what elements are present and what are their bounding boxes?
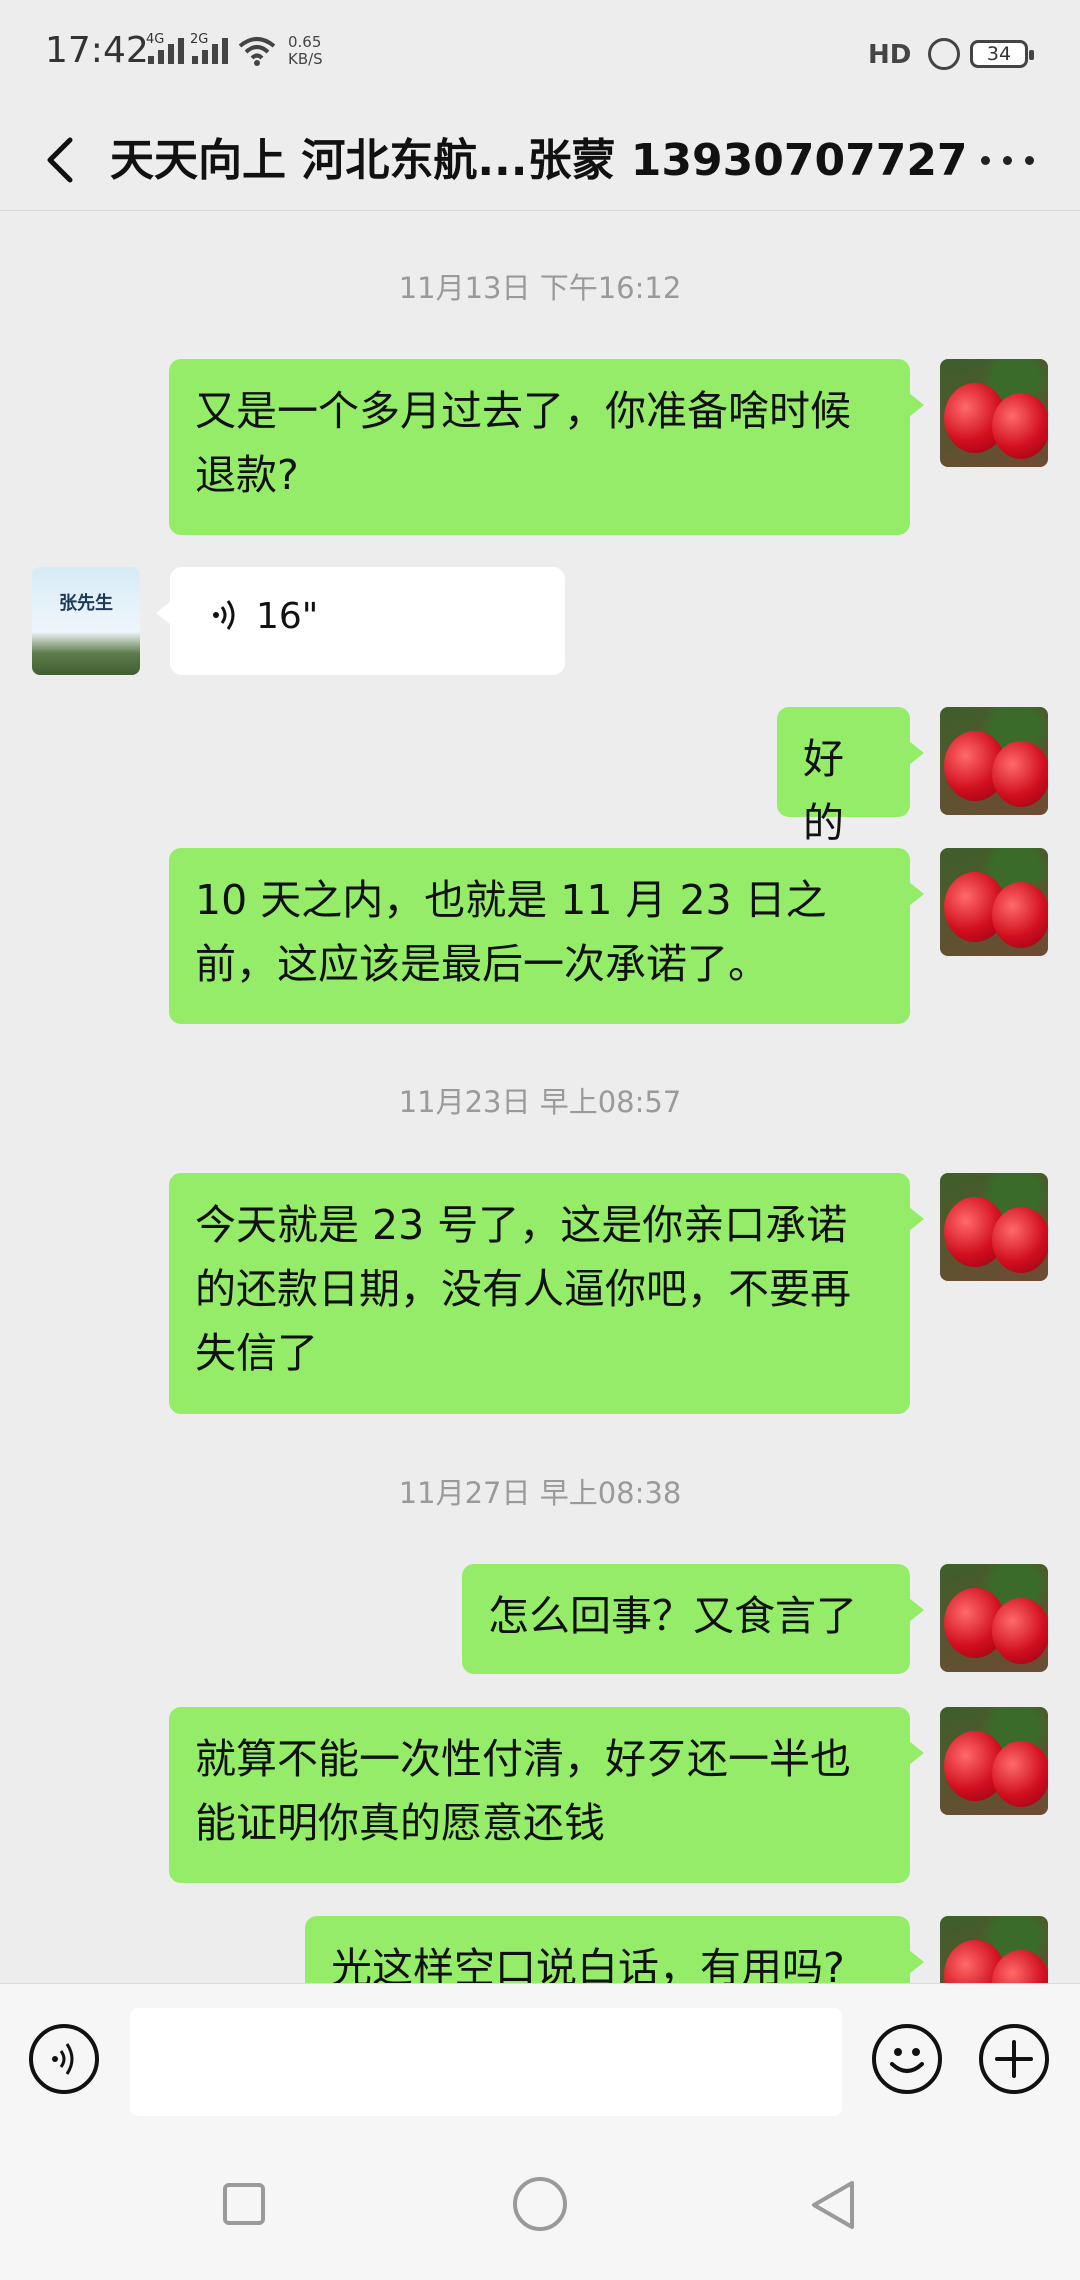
message-bubble[interactable]: 就算不能一次性付清，好歹还一半也能证明你真的愿意还钱: [169, 1707, 924, 1883]
message-text: 就算不能一次性付清，好歹还一半也能证明你真的愿意还钱: [195, 1735, 851, 1847]
message-input[interactable]: [130, 2008, 842, 2116]
message-text: 又是一个多月过去了，你准备啥时候退款?: [195, 387, 851, 499]
navigation-bar: [0, 2133, 1080, 2280]
message-text: 10 天之内，也就是 11 月 23 日之前，这应该是最后一次承诺了。: [195, 876, 827, 988]
voice-duration: 16": [256, 596, 319, 637]
emoji-icon[interactable]: [872, 2024, 942, 2094]
network-speed-value: 0.65: [288, 33, 322, 51]
timestamp: 11月27日 早上08:38: [398, 1476, 682, 1510]
signal-icon: 2G: [190, 32, 228, 64]
chat-title: 天天向上 河北东航...张蒙 13930707727: [110, 135, 968, 186]
voice-wave-icon: [213, 600, 235, 630]
network-speed: 0.65 KB/S: [288, 34, 323, 68]
self-avatar[interactable]: [940, 1707, 1048, 1815]
chevron-left-icon[interactable]: [36, 126, 96, 194]
message-bubble[interactable]: 怎么回事？又食言了: [462, 1564, 924, 1674]
plus-icon[interactable]: [979, 2024, 1049, 2094]
chat-area[interactable]: 11月13日 下午16:12 又是一个多月过去了，你准备啥时候退款? 张先生 1…: [0, 211, 1080, 1983]
self-avatar[interactable]: [940, 1916, 1048, 1983]
timestamp: 11月23日 早上08:57: [398, 1085, 682, 1119]
wifi-icon: [238, 37, 276, 66]
self-avatar[interactable]: [940, 1564, 1048, 1672]
signal-label: 2G: [190, 32, 209, 47]
message-text: 怎么回事？又食言了: [488, 1592, 857, 1640]
network-speed-unit: KB/S: [288, 50, 323, 68]
message-bubble[interactable]: 好的: [777, 707, 924, 847]
message-bubble[interactable]: 光这样空口说白话，有用吗?: [305, 1916, 924, 1983]
square-icon[interactable]: [223, 2183, 265, 2225]
timestamp: 11月13日 下午16:12: [398, 271, 682, 305]
self-avatar[interactable]: [940, 359, 1048, 467]
triangle-back-icon[interactable]: [808, 2177, 858, 2233]
status-time: 17:42: [45, 30, 149, 71]
self-avatar[interactable]: [940, 1173, 1048, 1281]
voice-message[interactable]: 16": [156, 567, 565, 675]
status-bar: 17:42 4G 2G 0.65 KB/S HD 34: [0, 0, 1080, 110]
contact-avatar[interactable]: 张先生: [32, 567, 140, 675]
input-bar: [0, 1983, 1080, 2134]
chat-header: 天天向上 河北东航...张蒙 13930707727: [0, 110, 1080, 211]
message-text: 光这样空口说白话，有用吗?: [331, 1944, 845, 1983]
self-avatar[interactable]: [940, 707, 1048, 815]
message-text: 好的: [803, 735, 844, 847]
more-dots-icon[interactable]: [975, 130, 1045, 190]
voice-input-icon[interactable]: [29, 2024, 99, 2094]
rotation-lock-icon: [928, 38, 960, 70]
circle-icon[interactable]: [513, 2177, 567, 2231]
message-bubble[interactable]: 10 天之内，也就是 11 月 23 日之前，这应该是最后一次承诺了。: [169, 848, 924, 1024]
message-bubble[interactable]: 又是一个多月过去了，你准备啥时候退款?: [169, 359, 924, 535]
message-bubble[interactable]: 今天就是 23 号了，这是你亲口承诺的还款日期，没有人逼你吧，不要再失信了: [169, 1173, 924, 1414]
hd-icon: HD: [868, 40, 912, 70]
avatar-name: 张先生: [59, 593, 113, 614]
signal-label: 4G: [146, 32, 165, 47]
message-text: 今天就是 23 号了，这是你亲口承诺的还款日期，没有人逼你吧，不要再失信了: [195, 1201, 851, 1377]
self-avatar[interactable]: [940, 848, 1048, 956]
signal-icon: 4G: [146, 32, 184, 64]
battery-icon: 34: [970, 40, 1034, 68]
